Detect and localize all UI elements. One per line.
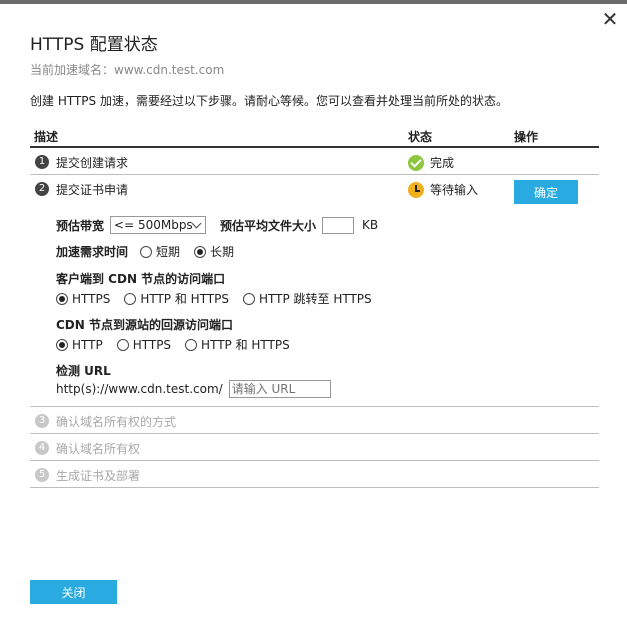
close-button[interactable]: 关闭 — [30, 580, 117, 604]
origin-port-heading: CDN 节点到源站的回源访问端口 — [56, 316, 233, 333]
status-text: 等待输入 — [430, 183, 479, 197]
client-port-label: 客户端到 CDN 节点的访问端口 — [56, 272, 226, 286]
radio-label: HTTP 和 HTTPS — [140, 292, 229, 306]
window-top-border — [0, 0, 627, 4]
step-row-1: 1 提交创建请求 完成 — [30, 148, 599, 175]
check-icon — [408, 154, 424, 171]
client-port-heading: 客户端到 CDN 节点的访问端口 — [56, 270, 225, 287]
dialog-title: HTTPS 配置状态 — [30, 35, 158, 55]
origin-http-https-radio[interactable]: HTTP 和 HTTPS — [185, 336, 290, 353]
origin-https-radio[interactable]: HTTPS — [116, 337, 172, 352]
accel-time-line: 加速需求时间 短期 长期 — [56, 243, 248, 260]
radio-label: HTTPS — [132, 337, 172, 352]
radio-dot — [56, 338, 68, 351]
accel-time-label: 加速需求时间 — [56, 245, 129, 259]
step-row-3: 3 确认域名所有权的方式 — [30, 407, 599, 434]
step-row-5: 5 生成证书及部署 — [30, 461, 599, 488]
current-domain: 当前加速域名：www.cdn.test.com — [30, 63, 225, 77]
step-label: 提交证书申请 — [56, 183, 129, 197]
avg-file-label: 预估平均文件大小 — [220, 218, 317, 233]
step-label: 生成证书及部署 — [56, 469, 141, 483]
step-number: 1 — [35, 155, 49, 169]
step-row-4: 4 确认域名所有权 — [30, 434, 599, 461]
check-url-line: http(s)://www.cdn.test.com/ — [56, 380, 331, 398]
check-url-heading: 检测 URL — [56, 362, 111, 379]
confirm-button[interactable]: 确定 — [514, 180, 578, 204]
step-label: 确认域名所有权 — [56, 442, 141, 456]
radio-label: HTTP — [72, 337, 103, 352]
radio-dot — [243, 292, 255, 305]
step-status: 完成 — [408, 154, 454, 171]
radio-dot — [140, 245, 153, 258]
radio-dot — [194, 245, 207, 258]
radio-label: 短期 — [156, 245, 181, 259]
client-https-radio[interactable]: HTTPS — [56, 292, 110, 306]
dialog-description: 创建 HTTPS 加速，需要经过以下步骤。请耐心等候。您可以查看并处理当前所处的… — [30, 94, 508, 108]
origin-port-options: HTTP HTTPS HTTP 和 HTTPS — [56, 336, 304, 353]
bandwidth-line: 预估带宽 <= 500Mbps 预估平均文件大小 KB — [56, 216, 378, 234]
table-header: 描述 状态 操作 — [30, 125, 599, 148]
avg-file-input[interactable] — [322, 216, 355, 234]
check-url-label: 检测 URL — [56, 364, 111, 378]
step-number: 5 — [35, 468, 49, 482]
radio-label: HTTP 跳转至 HTTPS — [259, 292, 372, 306]
client-redirect-radio[interactable]: HTTP 跳转至 HTTPS — [243, 290, 372, 307]
clock-icon — [408, 181, 424, 198]
origin-http-radio[interactable]: HTTP — [56, 338, 103, 352]
step-number: 2 — [35, 182, 49, 196]
bandwidth-label: 预估带宽 — [56, 218, 105, 233]
radio-dot — [116, 338, 129, 351]
radio-dot — [56, 292, 68, 305]
header-status: 状态 — [408, 130, 433, 144]
avg-file-unit: KB — [362, 218, 379, 232]
radio-label: HTTP 和 HTTPS — [201, 338, 290, 352]
radio-label: 长期 — [210, 245, 235, 259]
check-url-input[interactable] — [228, 380, 331, 398]
step-label: 提交创建请求 — [56, 156, 129, 170]
close-icon[interactable]: ✕ — [599, 8, 621, 30]
step-status: 等待输入 — [408, 181, 478, 198]
check-url-prefix: http(s)://www.cdn.test.com/ — [56, 382, 223, 396]
bandwidth-value: <= 500Mbps — [114, 218, 193, 232]
header-op: 操作 — [514, 130, 539, 144]
accel-long-radio[interactable]: 长期 — [194, 243, 234, 260]
step-number: 4 — [35, 441, 49, 455]
step-row-2: 2 提交证书申请 等待输入 确定 预估带宽 <= 500Mbps 预估平均文件大… — [30, 175, 599, 407]
step-label: 确认域名所有权的方式 — [56, 415, 177, 429]
accel-short-radio[interactable]: 短期 — [140, 243, 180, 260]
radio-label: HTTPS — [72, 291, 111, 306]
bandwidth-select[interactable]: <= 500Mbps — [110, 216, 207, 234]
radio-dot — [185, 338, 198, 351]
status-text: 完成 — [430, 156, 455, 170]
step-number: 3 — [35, 414, 49, 428]
client-port-options: HTTPS HTTP 和 HTTPS HTTP 跳转至 HTTPS — [56, 290, 386, 307]
steps-table: 描述 状态 操作 1 提交创建请求 完成 2 提交证书申请 等待输入 确定 预估… — [30, 125, 599, 488]
origin-port-label: CDN 节点到源站的回源访问端口 — [56, 318, 233, 332]
header-desc: 描述 — [34, 130, 59, 144]
chevron-down-icon — [191, 218, 202, 229]
radio-dot — [124, 292, 137, 305]
client-http-https-radio[interactable]: HTTP 和 HTTPS — [124, 290, 229, 307]
